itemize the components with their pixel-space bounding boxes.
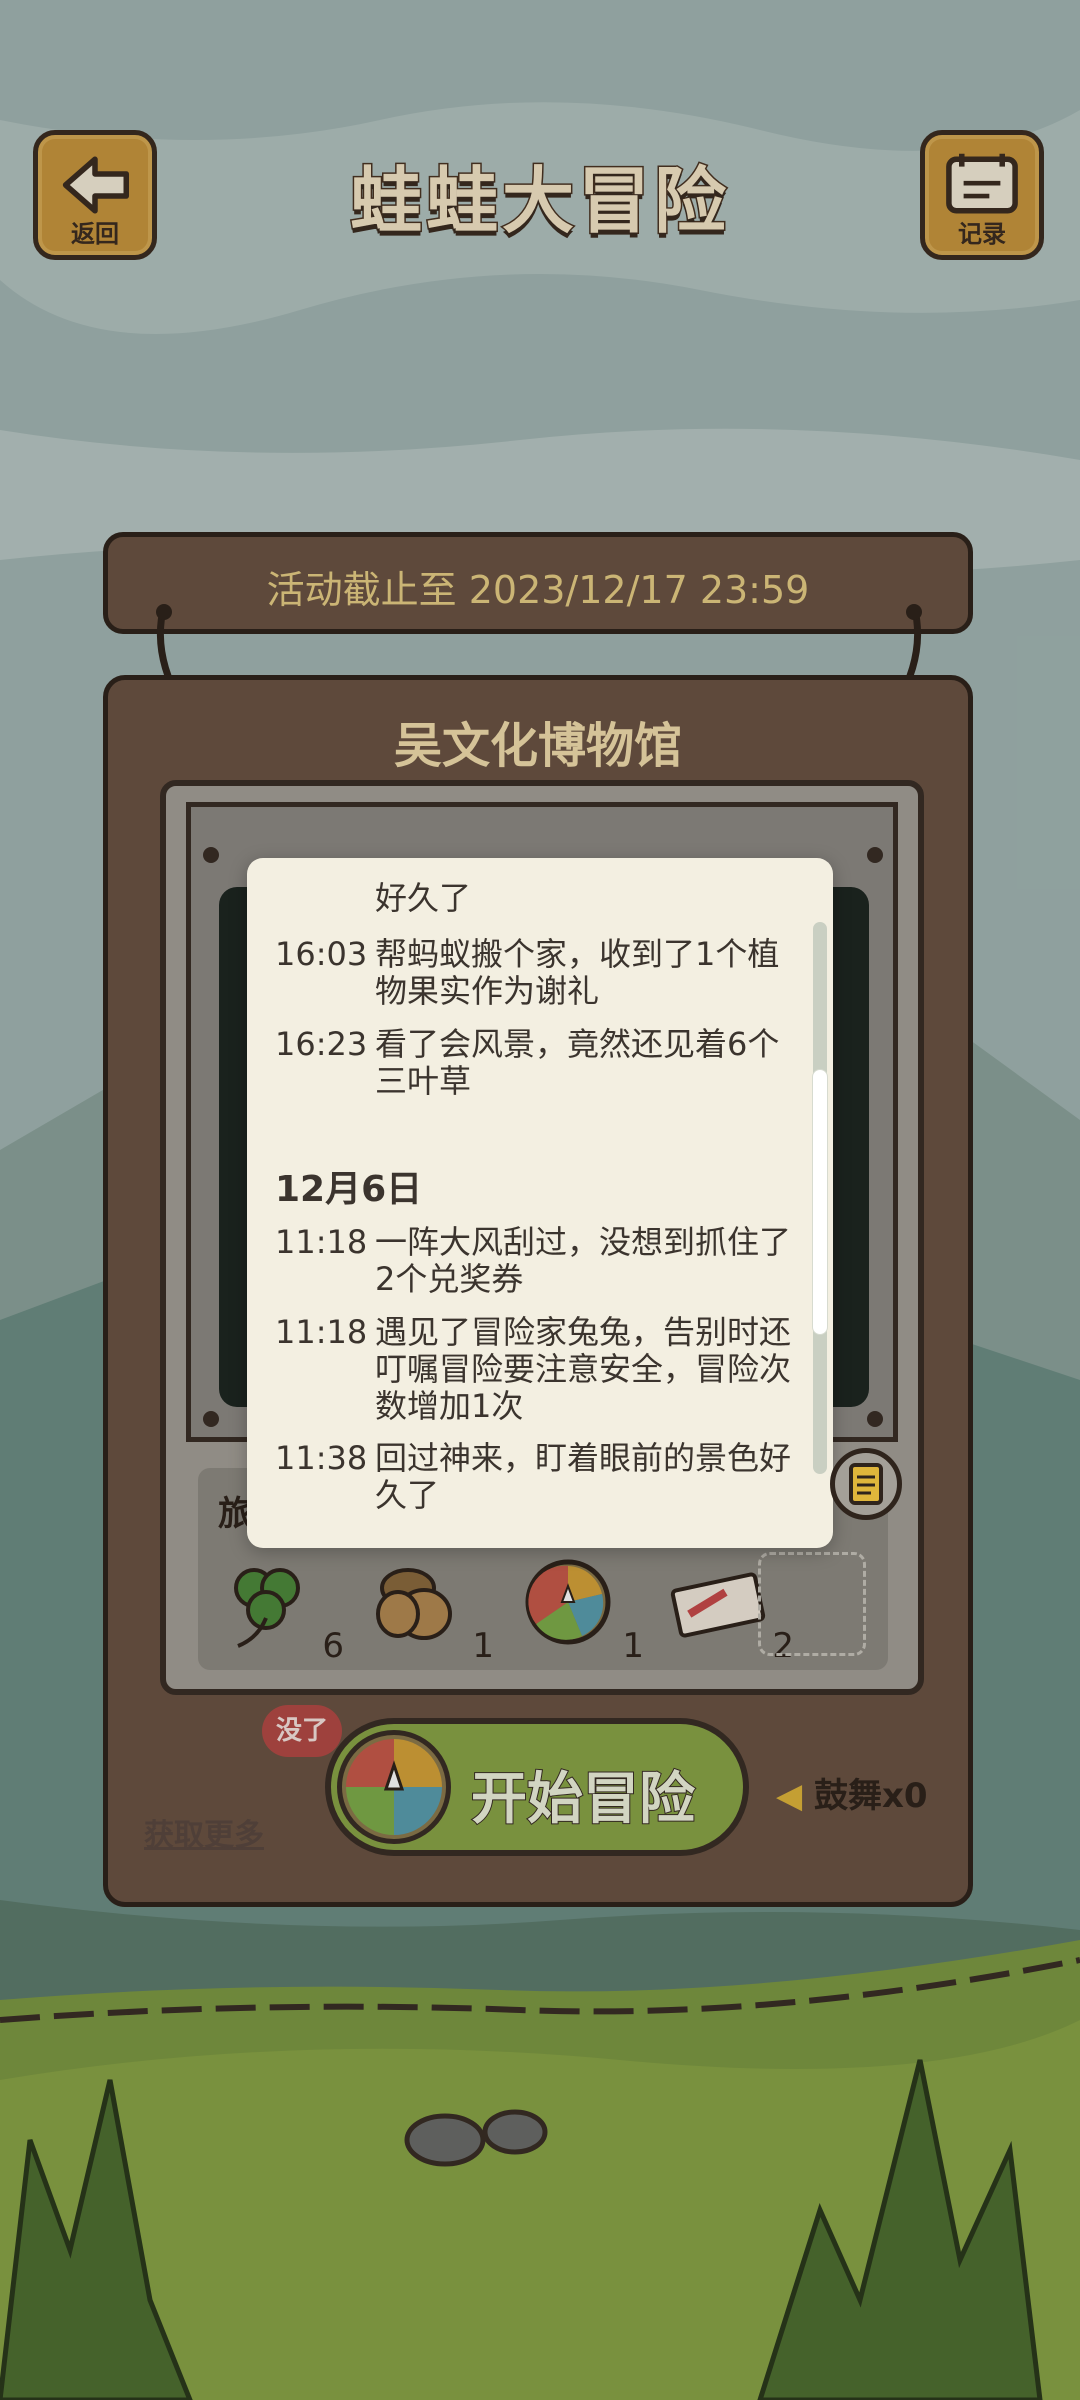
log-time: 11:38 bbox=[275, 1439, 368, 1477]
notebook-icon bbox=[849, 1463, 883, 1505]
scrollbar-thumb[interactable] bbox=[813, 1070, 827, 1334]
log-text: 遇见了冒险家兔兔，告别时还叮嘱冒险要注意安全，冒险次数增加1次 bbox=[375, 1313, 792, 1425]
log-toggle-button[interactable] bbox=[830, 1448, 902, 1520]
log-time: 16:03 bbox=[275, 935, 368, 973]
log-text: 帮蚂蚁搬个家，收到了1个植物果实作为谢礼 bbox=[375, 935, 780, 1010]
log-text: 好久了 bbox=[375, 879, 472, 917]
log-entry: 11:18 一阵大风刮过，没想到抓住了2个兑奖券 bbox=[275, 1224, 795, 1300]
log-text: 回过神来，盯着眼前的景色好久了 bbox=[375, 1439, 792, 1514]
log-entry: 16:03 帮蚂蚁搬个家，收到了1个植物果实作为谢礼 bbox=[275, 936, 795, 1012]
log-time: 11:18 bbox=[275, 1313, 368, 1351]
log-text: 看了会风景，竟然还见着6个三叶草 bbox=[375, 1025, 780, 1100]
log-entry: 16:23 看了会风景，竟然还见着6个三叶草 bbox=[275, 1026, 795, 1102]
log-date-heading: 12月6日 bbox=[275, 1169, 423, 1210]
log-entry: 11:38 回过神来，盯着眼前的景色好久了 bbox=[275, 1440, 795, 1516]
log-time: 11:18 bbox=[275, 1223, 368, 1261]
log-time: 16:23 bbox=[275, 1025, 368, 1063]
log-text: 一阵大风刮过，没想到抓住了2个兑奖券 bbox=[375, 1223, 792, 1298]
adventure-log-popup[interactable]: 好久了 16:03 帮蚂蚁搬个家，收到了1个植物果实作为谢礼 16:23 看了会… bbox=[247, 858, 833, 1548]
log-entry: 好久了 bbox=[275, 880, 795, 920]
log-list[interactable]: 好久了 16:03 帮蚂蚁搬个家，收到了1个植物果实作为谢礼 16:23 看了会… bbox=[247, 858, 807, 1548]
log-entry: 11:18 遇见了冒险家兔兔，告别时还叮嘱冒险要注意安全，冒险次数增加1次 bbox=[275, 1314, 795, 1426]
